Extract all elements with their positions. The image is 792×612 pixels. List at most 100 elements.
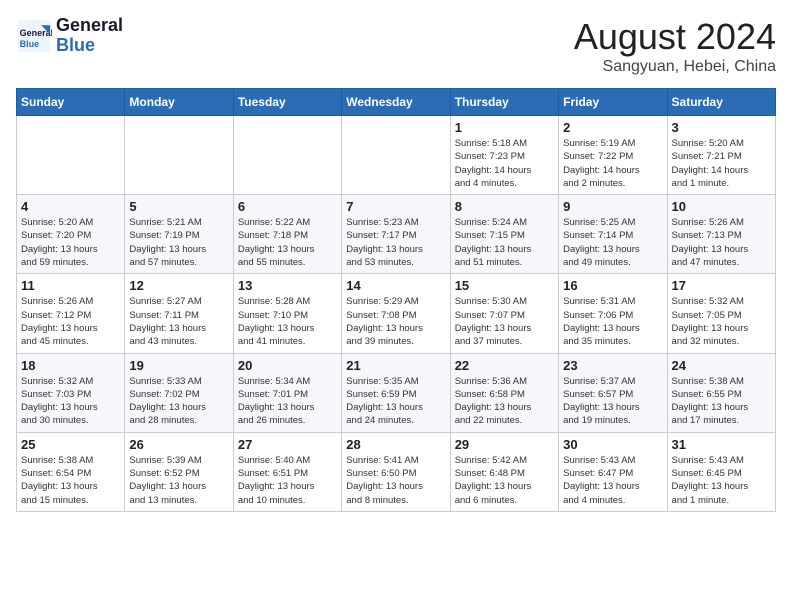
day-info: Sunrise: 5:21 AM Sunset: 7:19 PM Dayligh… [129, 216, 228, 269]
calendar-cell: 28 Sunrise: 5:41 AM Sunset: 6:50 PM Dayli… [342, 432, 450, 511]
calendar-cell: 17 Sunrise: 5:32 AM Sunset: 7:05 PM Dayli… [667, 274, 775, 353]
weekday-header-wednesday: Wednesday [342, 89, 450, 116]
day-info: Sunrise: 5:26 AM Sunset: 7:12 PM Dayligh… [21, 295, 120, 348]
day-info: Sunrise: 5:40 AM Sunset: 6:51 PM Dayligh… [238, 454, 337, 507]
day-number: 9 [563, 199, 662, 214]
logo: General Blue General Blue [16, 16, 123, 56]
day-info: Sunrise: 5:43 AM Sunset: 6:47 PM Dayligh… [563, 454, 662, 507]
day-info: Sunrise: 5:34 AM Sunset: 7:01 PM Dayligh… [238, 375, 337, 428]
weekday-header-thursday: Thursday [450, 89, 558, 116]
day-number: 22 [455, 358, 554, 373]
calendar-cell: 13 Sunrise: 5:28 AM Sunset: 7:10 PM Dayli… [233, 274, 341, 353]
day-info: Sunrise: 5:33 AM Sunset: 7:02 PM Dayligh… [129, 375, 228, 428]
weekday-header-monday: Monday [125, 89, 233, 116]
title-block: August 2024 Sangyuan, Hebei, China [574, 16, 776, 76]
calendar-cell: 18Sunrise: 5:32 AM Sunset: 7:03 PM Dayli… [17, 353, 125, 432]
day-info: Sunrise: 5:29 AM Sunset: 7:08 PM Dayligh… [346, 295, 445, 348]
logo-icon: General Blue [16, 18, 52, 54]
calendar-cell: 5 Sunrise: 5:21 AM Sunset: 7:19 PM Daylig… [125, 195, 233, 274]
calendar-week-5: 25 Sunrise: 5:38 AM Sunset: 6:54 PM Dayli… [17, 432, 776, 511]
day-info: Sunrise: 5:43 AM Sunset: 6:45 PM Dayligh… [672, 454, 771, 507]
day-info: Sunrise: 5:42 AM Sunset: 6:48 PM Dayligh… [455, 454, 554, 507]
calendar-cell: 16 Sunrise: 5:31 AM Sunset: 7:06 PM Dayli… [559, 274, 667, 353]
day-info: Sunrise: 5:37 AM Sunset: 6:57 PM Dayligh… [563, 375, 662, 428]
day-number: 23 [563, 358, 662, 373]
calendar-cell [342, 116, 450, 195]
day-number: 16 [563, 278, 662, 293]
calendar-cell: 8 Sunrise: 5:24 AM Sunset: 7:15 PM Daylig… [450, 195, 558, 274]
day-number: 11 [21, 278, 120, 293]
calendar-week-1: 1 Sunrise: 5:18 AM Sunset: 7:23 PM Daylig… [17, 116, 776, 195]
calendar-cell: 24Sunrise: 5:38 AM Sunset: 6:55 PM Dayli… [667, 353, 775, 432]
calendar-cell: 1 Sunrise: 5:18 AM Sunset: 7:23 PM Daylig… [450, 116, 558, 195]
day-info: Sunrise: 5:31 AM Sunset: 7:06 PM Dayligh… [563, 295, 662, 348]
calendar-week-2: 4 Sunrise: 5:20 AM Sunset: 7:20 PM Daylig… [17, 195, 776, 274]
logo-name-line2: Blue [56, 36, 123, 56]
calendar-cell: 2 Sunrise: 5:19 AM Sunset: 7:22 PM Daylig… [559, 116, 667, 195]
day-number: 2 [563, 120, 662, 135]
day-number: 29 [455, 437, 554, 452]
calendar-cell: 4 Sunrise: 5:20 AM Sunset: 7:20 PM Daylig… [17, 195, 125, 274]
calendar-cell: 11 Sunrise: 5:26 AM Sunset: 7:12 PM Dayli… [17, 274, 125, 353]
day-number: 7 [346, 199, 445, 214]
day-number: 8 [455, 199, 554, 214]
day-number: 26 [129, 437, 228, 452]
day-info: Sunrise: 5:32 AM Sunset: 7:05 PM Dayligh… [672, 295, 771, 348]
calendar-cell: 21Sunrise: 5:35 AM Sunset: 6:59 PM Dayli… [342, 353, 450, 432]
calendar-cell: 12Sunrise: 5:27 AM Sunset: 7:11 PM Dayli… [125, 274, 233, 353]
calendar-cell: 14 Sunrise: 5:29 AM Sunset: 7:08 PM Dayli… [342, 274, 450, 353]
day-info: Sunrise: 5:41 AM Sunset: 6:50 PM Dayligh… [346, 454, 445, 507]
calendar-cell: 22 Sunrise: 5:36 AM Sunset: 6:58 PM Dayli… [450, 353, 558, 432]
calendar-cell: 10 Sunrise: 5:26 AM Sunset: 7:13 PM Dayli… [667, 195, 775, 274]
day-info: Sunrise: 5:23 AM Sunset: 7:17 PM Dayligh… [346, 216, 445, 269]
day-number: 28 [346, 437, 445, 452]
day-info: Sunrise: 5:20 AM Sunset: 7:21 PM Dayligh… [672, 137, 771, 190]
day-number: 6 [238, 199, 337, 214]
day-number: 5 [129, 199, 228, 214]
weekday-header-tuesday: Tuesday [233, 89, 341, 116]
day-info: Sunrise: 5:27 AM Sunset: 7:11 PM Dayligh… [129, 295, 228, 348]
day-number: 14 [346, 278, 445, 293]
calendar-cell: 26 Sunrise: 5:39 AM Sunset: 6:52 PM Dayli… [125, 432, 233, 511]
calendar-cell: 7 Sunrise: 5:23 AM Sunset: 7:17 PM Daylig… [342, 195, 450, 274]
calendar-cell [125, 116, 233, 195]
day-info: Sunrise: 5:38 AM Sunset: 6:54 PM Dayligh… [21, 454, 120, 507]
calendar-cell: 31 Sunrise: 5:43 AM Sunset: 6:45 PM Dayli… [667, 432, 775, 511]
location: Sangyuan, Hebei, China [574, 58, 776, 76]
day-number: 15 [455, 278, 554, 293]
day-info: Sunrise: 5:20 AM Sunset: 7:20 PM Dayligh… [21, 216, 120, 269]
day-number: 10 [672, 199, 771, 214]
day-number: 30 [563, 437, 662, 452]
calendar-cell: 27 Sunrise: 5:40 AM Sunset: 6:51 PM Dayli… [233, 432, 341, 511]
calendar-cell: 9 Sunrise: 5:25 AM Sunset: 7:14 PM Daylig… [559, 195, 667, 274]
calendar-cell: 3 Sunrise: 5:20 AM Sunset: 7:21 PM Daylig… [667, 116, 775, 195]
day-number: 27 [238, 437, 337, 452]
day-info: Sunrise: 5:30 AM Sunset: 7:07 PM Dayligh… [455, 295, 554, 348]
weekday-header-saturday: Saturday [667, 89, 775, 116]
calendar-cell: 19Sunrise: 5:33 AM Sunset: 7:02 PM Dayli… [125, 353, 233, 432]
day-info: Sunrise: 5:26 AM Sunset: 7:13 PM Dayligh… [672, 216, 771, 269]
day-info: Sunrise: 5:18 AM Sunset: 7:23 PM Dayligh… [455, 137, 554, 190]
day-number: 4 [21, 199, 120, 214]
day-number: 13 [238, 278, 337, 293]
logo-name-line1: General [56, 16, 123, 36]
day-info: Sunrise: 5:24 AM Sunset: 7:15 PM Dayligh… [455, 216, 554, 269]
day-info: Sunrise: 5:25 AM Sunset: 7:14 PM Dayligh… [563, 216, 662, 269]
day-number: 3 [672, 120, 771, 135]
day-number: 25 [21, 437, 120, 452]
day-info: Sunrise: 5:36 AM Sunset: 6:58 PM Dayligh… [455, 375, 554, 428]
day-info: Sunrise: 5:32 AM Sunset: 7:03 PM Dayligh… [21, 375, 120, 428]
day-info: Sunrise: 5:39 AM Sunset: 6:52 PM Dayligh… [129, 454, 228, 507]
day-number: 21 [346, 358, 445, 373]
day-number: 17 [672, 278, 771, 293]
calendar-cell: 30 Sunrise: 5:43 AM Sunset: 6:47 PM Dayli… [559, 432, 667, 511]
day-info: Sunrise: 5:19 AM Sunset: 7:22 PM Dayligh… [563, 137, 662, 190]
day-number: 24 [672, 358, 771, 373]
day-number: 31 [672, 437, 771, 452]
day-number: 1 [455, 120, 554, 135]
month-title: August 2024 [574, 16, 776, 58]
calendar-cell: 23 Sunrise: 5:37 AM Sunset: 6:57 PM Dayli… [559, 353, 667, 432]
day-info: Sunrise: 5:28 AM Sunset: 7:10 PM Dayligh… [238, 295, 337, 348]
calendar-cell [17, 116, 125, 195]
calendar-week-3: 11 Sunrise: 5:26 AM Sunset: 7:12 PM Dayli… [17, 274, 776, 353]
